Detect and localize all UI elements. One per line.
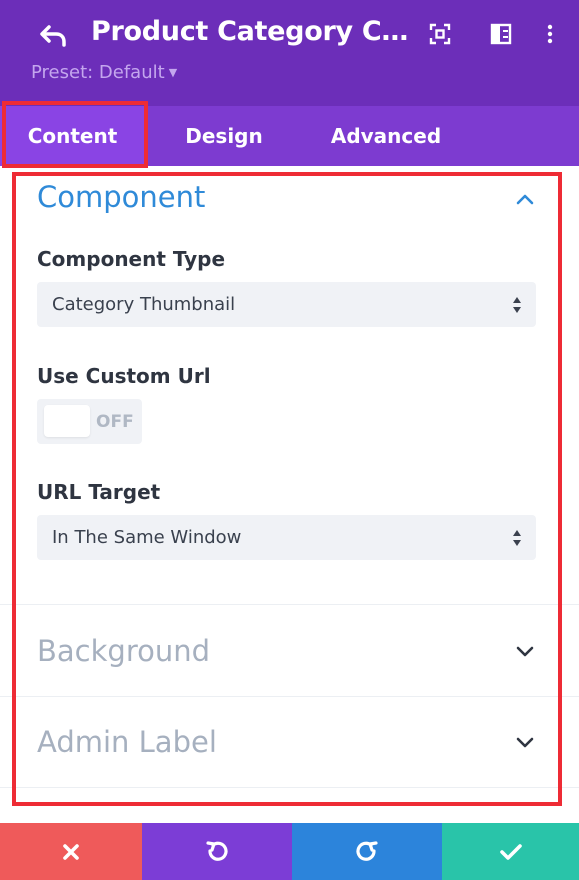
preset-dropdown[interactable]: Preset: Default ▼ — [31, 62, 177, 83]
save-button[interactable] — [442, 823, 579, 880]
split-view-icon[interactable] — [489, 22, 513, 46]
settings-header: Product Category Com… Preset: Default▼ — [0, 0, 579, 106]
undo-button[interactable] — [142, 823, 292, 880]
check-icon — [499, 843, 522, 860]
tab-design[interactable]: Design — [170, 106, 278, 166]
module-title: Product Category Com… — [91, 16, 411, 47]
focus-icon[interactable] — [428, 22, 452, 46]
footer-action-bar — [0, 823, 579, 880]
tab-advanced[interactable]: Advanced — [318, 106, 454, 166]
content-panel-highlight — [12, 172, 562, 806]
back-arrow-icon[interactable] — [38, 20, 68, 50]
content-tab-highlight — [2, 101, 148, 168]
caret-down-icon: ▼ — [168, 66, 178, 79]
more-vertical-icon[interactable] — [538, 22, 562, 46]
close-icon — [63, 843, 79, 860]
redo-icon — [356, 840, 378, 861]
preset-label: Preset: Default — [31, 62, 165, 83]
cancel-button[interactable] — [0, 823, 142, 880]
undo-icon — [206, 840, 228, 861]
redo-button[interactable] — [292, 823, 442, 880]
